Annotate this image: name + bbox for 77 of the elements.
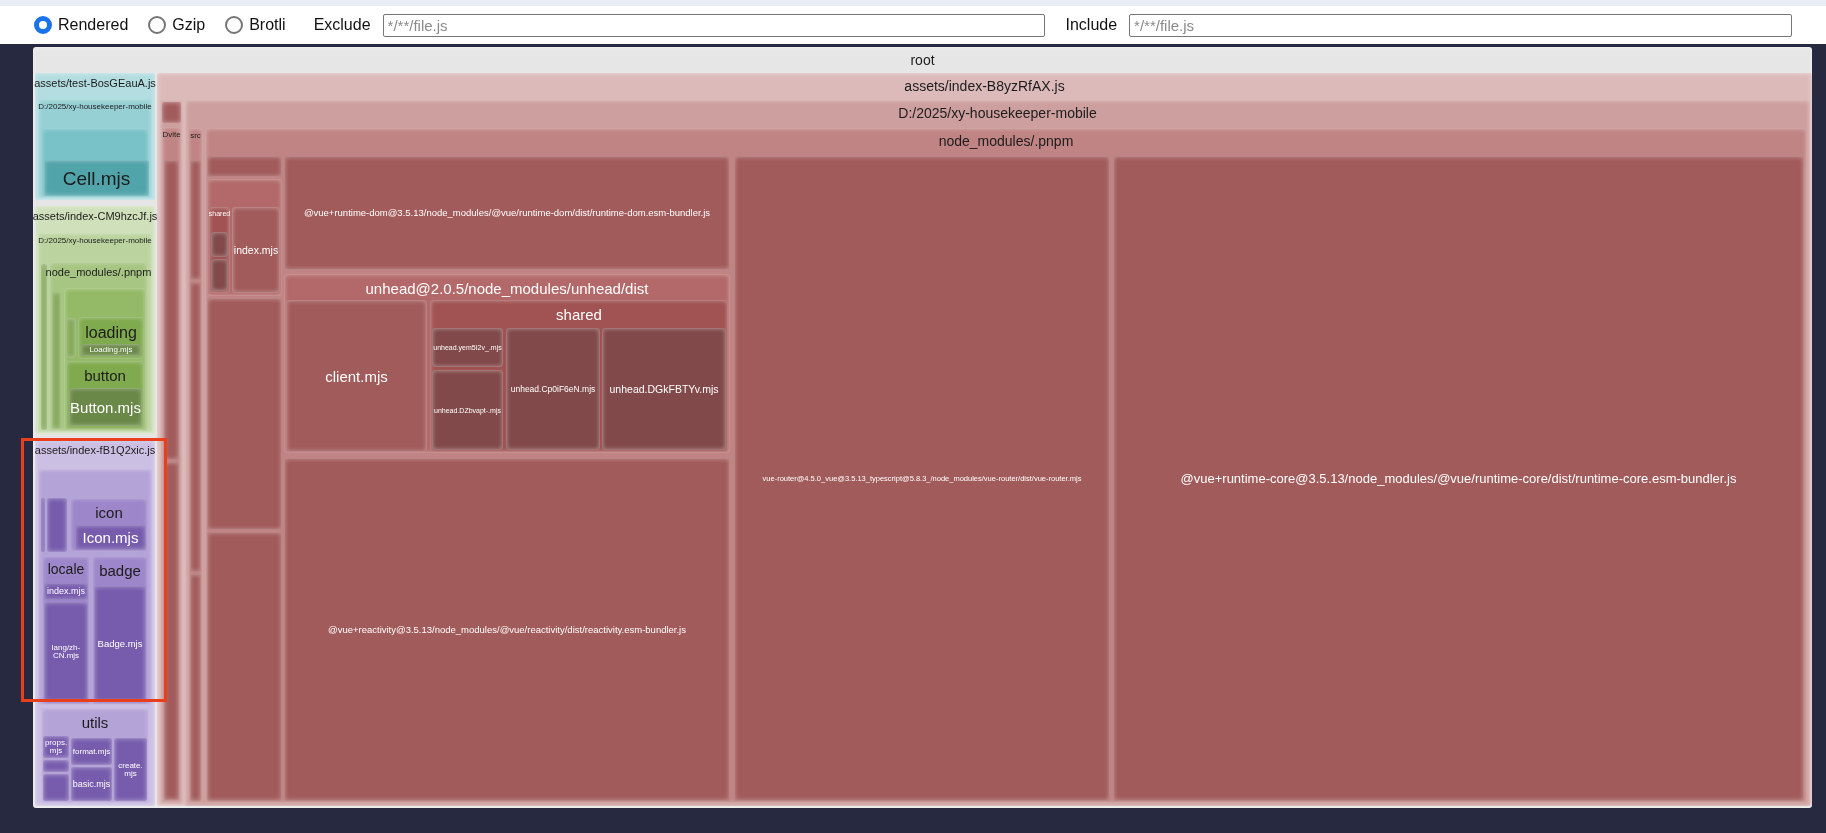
radio-label: Gzip	[172, 15, 206, 35]
folder-label: root	[910, 52, 935, 70]
folder-tile[interactable]: utils props.mjs format.mjs basic.mjs create.mjs	[41, 708, 149, 803]
module-label: @vue+runtime-core@3.5.13/node_modules/@vue/runtime-core/dist/runtime-core.esm-bundler.js	[1180, 472, 1737, 485]
folder-label: icon	[95, 504, 123, 523]
module-label: index.mjs	[47, 587, 85, 596]
folder-tile[interactable]: Dvite	[160, 100, 183, 804]
folder-tile[interactable]: assets/test-BosGEauA.js D:/2025/xy-housekeeper-mobile Cell.mjs	[35, 73, 155, 200]
folder-tile[interactable]: badge Badge.mjs	[92, 556, 148, 704]
module-tile[interactable]: @vue+runtime-core@3.5.13/node_modules/@vue/runtime-core/dist/runtime-core.esm-bundler.js	[1113, 156, 1804, 801]
folder-label: D:/2025/xy-housekeeper-mobile	[898, 105, 1097, 123]
module-label: client.mjs	[325, 368, 388, 384]
folder-label: Dvite	[162, 130, 181, 140]
module-tile[interactable]: unhead.DGkFBTYv.mjs	[602, 328, 726, 450]
folder-tile[interactable]: Dvite	[162, 127, 181, 802]
folder-label: src	[190, 131, 201, 141]
module-label: Badge.mjs	[97, 639, 143, 649]
filter-field[interactable]: */**/file.js	[1129, 13, 1792, 37]
module-label: @vue+runtime-dom@3.5.13/node_modules/@vue/runtime-dom/dist/runtime-dom.esm-bundler.js	[303, 208, 711, 218]
module-label: unhead.Cp0iF6eN.mjs	[510, 384, 596, 394]
folder-tile[interactable]: icon Icon.mjs	[70, 498, 148, 552]
folder-label: assets/index-CM9hzcJf.js	[32, 210, 158, 224]
radio-label: Rendered	[58, 15, 129, 35]
module-tile[interactable]: index.mjs	[232, 207, 280, 293]
folder-tile[interactable]: assets/index-fB1Q2xic.js icon Icon.mjs locale index.mjs lang/zh-CN.mjs badge Badge.mjs utils props.mjs format.mjs basic.mjs create.mjs	[35, 440, 155, 806]
module-tile[interactable]: Button.mjs	[69, 388, 142, 426]
folder-tile[interactable]: Cell.mjs	[41, 128, 149, 197]
folder-label: assets/index-B8yzRfAX.js	[904, 78, 1065, 96]
folder-label: locale	[47, 561, 85, 579]
folder-label: button	[84, 367, 126, 386]
folder-label: D:/2025/xy-housekeeper-mobile	[38, 236, 152, 246]
module-tile[interactable]: client.mjs	[286, 300, 427, 452]
module-tile[interactable]: Icon.mjs	[75, 525, 146, 550]
module-tile[interactable]: Badge.mjs	[94, 586, 146, 702]
folder-label: D:/2025/xy-housekeeper-mobile	[38, 102, 152, 112]
folder-label: loading	[85, 323, 137, 343]
filter-field[interactable]: */**/file.js	[382, 13, 1046, 37]
folder-label: assets/test-BosGEauA.js	[34, 77, 156, 91]
module-label: basic.mjs	[72, 779, 111, 789]
folder-tile[interactable]: icon Icon.mjs locale index.mjs lang/zh-CN.mjs badge Badge.mjs	[38, 469, 152, 705]
module-label: index.mjs	[233, 244, 279, 256]
folder-label: utils	[81, 714, 109, 733]
folder-label: badge	[99, 562, 141, 581]
module-tile[interactable]: index.mjs	[44, 583, 88, 600]
module-label: Loading.mjs	[89, 346, 133, 354]
module-tile[interactable]: unhead.Cp0iF6eN.mjs	[506, 328, 600, 450]
module-tile[interactable]: Cell.mjs	[44, 160, 149, 196]
module-tile[interactable]: @vue+reactivity@3.5.13/node_modules/@vue/reactivity/dist/reactivity.esm-bundler.js	[284, 458, 730, 801]
folder-tile[interactable]: assets/index-CM9hzcJf.js D:/2025/xy-housekeeper-mobile node_modules/.pnpm loading Loading.mjs button Button.mjs	[35, 206, 155, 434]
folder-tile[interactable]: button Button.mjs	[66, 361, 144, 429]
folder-tile[interactable]: D:/2025/xy-housekeeper-mobile Cell.mjs	[38, 99, 152, 198]
module-tile[interactable]: @vue+runtime-dom@3.5.13/node_modules/@vue/runtime-dom/dist/runtime-dom.esm-bundler.js	[284, 156, 730, 270]
module-label: format.mjs	[72, 747, 111, 756]
module-tile[interactable]: create.mjs	[114, 738, 147, 801]
module-tile[interactable]: Loading.mjs	[81, 344, 141, 356]
folder-tile[interactable]: loading Loading.mjs	[78, 317, 144, 359]
module-label: Cell.mjs	[62, 168, 131, 188]
folder-tile[interactable]: D:/2025/xy-housekeeper-mobile node_modules/.pnpm loading Loading.mjs button Button.mjs	[38, 233, 152, 432]
radio-label: Brotli	[249, 15, 286, 35]
module-tile[interactable]: basic.mjs	[71, 767, 112, 801]
module-label: Button.mjs	[70, 399, 141, 415]
folder-tile[interactable]: locale index.mjs lang/zh-CN.mjs	[42, 556, 90, 704]
module-tile[interactable]: format.mjs	[71, 738, 112, 765]
module-label: create.mjs	[117, 761, 144, 778]
field-label: Exclude	[313, 15, 371, 35]
field-label: Include	[1065, 15, 1118, 35]
folder-label: assets/index-fB1Q2xic.js	[34, 444, 156, 458]
module-label: unhead.DGkFBTYv.mjs	[609, 383, 719, 395]
module-tile[interactable]: lang/zh-CN.mjs	[44, 602, 88, 702]
module-label: Icon.mjs	[82, 530, 139, 545]
folder-tile[interactable]: src	[188, 128, 203, 803]
module-label: @vue+reactivity@3.5.13/node_modules/@vue/reactivity/dist/reactivity.esm-bundler.js	[328, 624, 686, 635]
folder-tile[interactable]: loading Loading.mjs button Button.mjs	[64, 288, 146, 430]
folder-label: unhead@2.0.5/node_modules/unhead/dist	[365, 280, 649, 299]
folder-label: shared	[556, 306, 602, 325]
module-label: lang/zh-CN.mjs	[50, 644, 82, 660]
folder-label: node_modules/.pnpm	[938, 133, 1074, 151]
